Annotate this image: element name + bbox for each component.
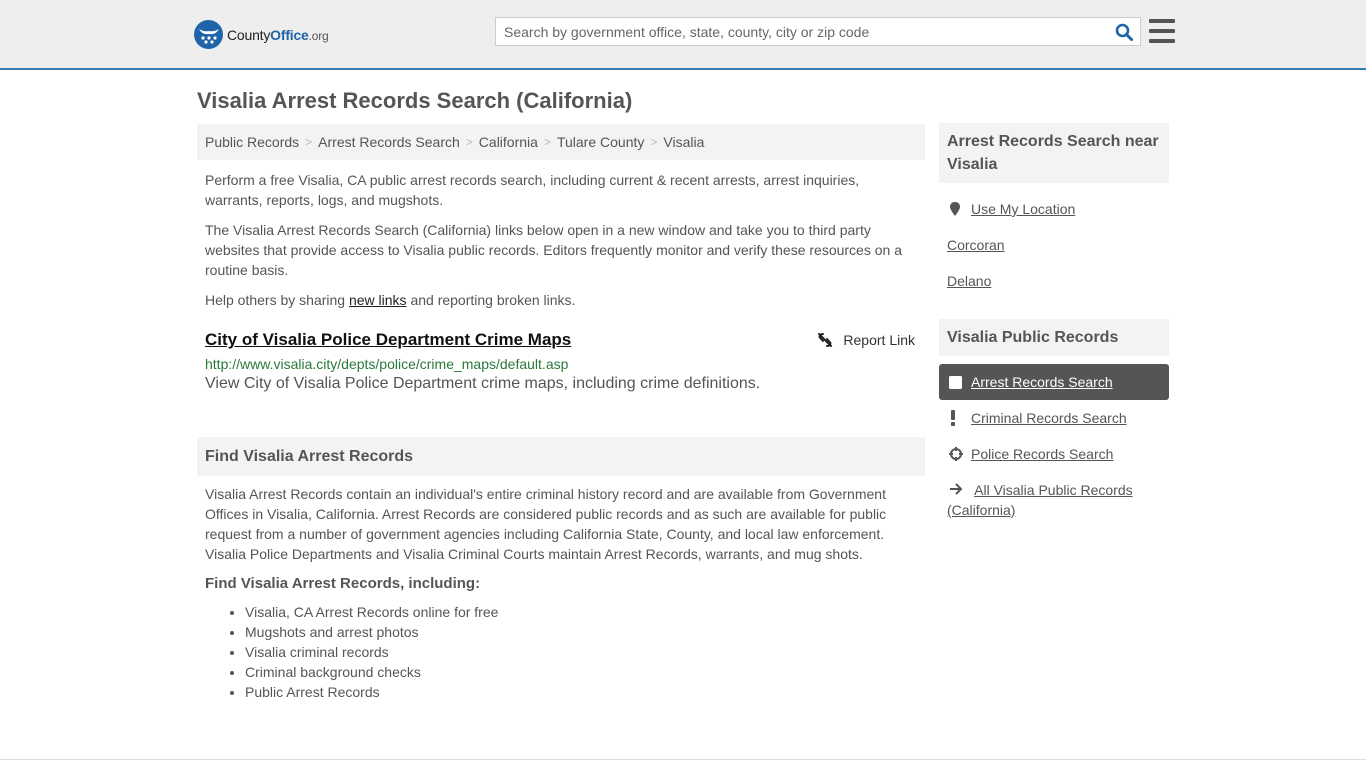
sidebar-item-arrest-records[interactable]: Arrest Records Search	[939, 364, 1169, 400]
page-title: Visalia Arrest Records Search (Californi…	[197, 88, 633, 113]
nearby-list: Use My Location Corcoran Delano	[939, 191, 1169, 299]
logo-org: .org	[308, 28, 329, 43]
result-description: View City of Visalia Police Department c…	[205, 375, 761, 392]
nearby-heading: Arrest Records Search near Visalia	[939, 123, 1169, 183]
new-links-link[interactable]: new links	[349, 292, 407, 308]
delano-link[interactable]: Delano	[947, 273, 991, 289]
intro-text: and reporting broken links.	[406, 292, 576, 308]
intro-text: Help others by sharing	[205, 292, 349, 308]
intro-paragraph-2: The Visalia Arrest Records Search (Calif…	[205, 222, 902, 278]
eagle-logo-icon	[194, 20, 223, 49]
map-marker-icon	[947, 202, 971, 216]
top-header: CountyOffice.org	[0, 0, 1366, 70]
report-link-button[interactable]: Report Link	[817, 332, 915, 348]
breadcrumb-public-records[interactable]: Public Records	[205, 134, 299, 150]
nearby-item-corcoran[interactable]: Corcoran	[939, 227, 1169, 263]
arrow-right-icon	[947, 483, 971, 495]
breadcrumb-separator: >	[650, 135, 658, 149]
breadcrumb-visalia[interactable]: Visalia	[663, 134, 704, 150]
hamburger-menu-icon[interactable]	[1149, 19, 1175, 43]
result-title-link[interactable]: City of Visalia Police Department Crime …	[205, 330, 571, 350]
list-item: Criminal background checks	[245, 662, 925, 682]
logo-office: Office	[270, 26, 309, 43]
intro-paragraph-1: Perform a free Visalia, CA public arrest…	[205, 172, 860, 208]
use-my-location-item[interactable]: Use My Location	[939, 191, 1169, 227]
police-records-link[interactable]: Police Records Search	[971, 446, 1113, 462]
logo-text: CountyOffice.org	[227, 27, 329, 43]
records-list: Arrest Records Search Criminal Records S…	[939, 364, 1169, 520]
result-item: City of Visalia Police Department Crime …	[197, 330, 925, 393]
sidebar: Arrest Records Search near Visalia Use M…	[939, 123, 1169, 520]
exclamation-icon	[947, 410, 971, 426]
breadcrumb-california[interactable]: California	[479, 134, 538, 150]
search-icon	[1115, 23, 1133, 41]
records-heading: Visalia Public Records	[939, 319, 1169, 356]
report-link-label: Report Link	[843, 332, 915, 348]
find-section-body: Visalia Arrest Records contain an indivi…	[205, 486, 887, 562]
breadcrumb-separator: >	[305, 135, 313, 149]
list-item: Visalia criminal records	[245, 642, 925, 662]
arrest-records-link[interactable]: Arrest Records Search	[971, 374, 1113, 390]
nearby-item-delano[interactable]: Delano	[939, 263, 1169, 299]
main-content: Public Records > Arrest Records Search >…	[197, 124, 925, 702]
sidebar-item-criminal-records[interactable]: Criminal Records Search	[939, 400, 1169, 436]
footer-divider	[0, 759, 1366, 760]
all-public-records-link[interactable]: All Visalia Public Records (California)	[947, 482, 1133, 518]
search-input[interactable]	[496, 18, 1108, 45]
use-my-location-link[interactable]: Use My Location	[971, 201, 1075, 217]
find-section-list: Visalia, CA Arrest Records online for fr…	[197, 602, 925, 702]
list-item: Mugshots and arrest photos	[245, 622, 925, 642]
criminal-records-link[interactable]: Criminal Records Search	[971, 410, 1127, 426]
square-icon	[947, 375, 971, 389]
broken-link-icon	[818, 333, 833, 347]
find-section-heading: Find Visalia Arrest Records	[197, 437, 925, 476]
list-item: Visalia, CA Arrest Records online for fr…	[245, 602, 925, 622]
breadcrumb-separator: >	[465, 135, 473, 149]
search-bar	[495, 17, 1141, 46]
list-item: Public Arrest Records	[245, 682, 925, 702]
breadcrumb-separator: >	[543, 135, 551, 149]
result-url: http://www.visalia.city/depts/police/cri…	[205, 356, 569, 372]
corcoran-link[interactable]: Corcoran	[947, 237, 1005, 253]
search-button[interactable]	[1108, 18, 1140, 45]
breadcrumb-tulare-county[interactable]: Tulare County	[557, 134, 644, 150]
logo-county: County	[227, 26, 271, 43]
sidebar-item-police-records[interactable]: Police Records Search	[939, 436, 1169, 472]
sidebar-item-all-public-records[interactable]: All Visalia Public Records (California)	[939, 472, 1169, 520]
intro-paragraph-3: Help others by sharing new links and rep…	[197, 290, 925, 310]
find-section-subheading: Find Visalia Arrest Records, including:	[205, 575, 481, 592]
breadcrumb: Public Records > Arrest Records Search >…	[197, 124, 925, 160]
crosshair-icon	[947, 447, 971, 461]
site-logo[interactable]: CountyOffice.org	[194, 20, 329, 49]
breadcrumb-arrest-records-search[interactable]: Arrest Records Search	[318, 134, 460, 150]
intro: Perform a free Visalia, CA public arrest…	[197, 170, 925, 310]
